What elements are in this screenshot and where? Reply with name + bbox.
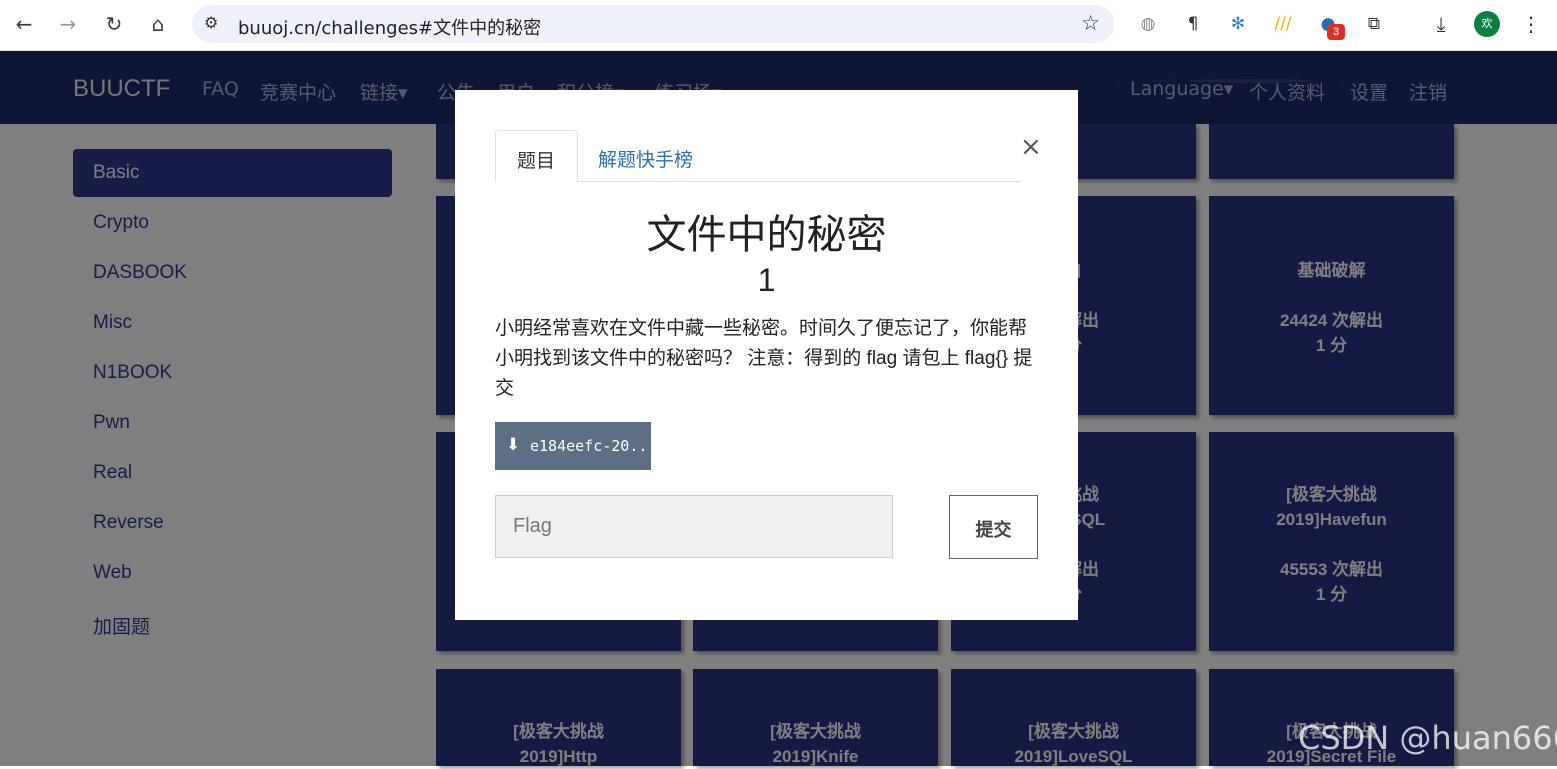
site-info-icon[interactable]: ⚙ [204, 13, 218, 32]
browser-toolbar: ← → ↻ ⌂ ⚙ buuoj.cn/challenges#文件中的秘密 ☆ ◍… [0, 0, 1557, 51]
address-bar[interactable]: ⚙ buuoj.cn/challenges#文件中的秘密 ☆ [192, 5, 1114, 43]
download-icon[interactable]: ⤓ [1429, 12, 1453, 36]
challenge-points: 1 [757, 262, 776, 298]
reload-icon[interactable]: ↻ [100, 10, 128, 38]
challenge-description: 小明经常喜欢在文件中藏一些秘密。时间久了便忘记了，你能帮小明找到该文件中的秘密吗… [495, 318, 1033, 399]
menu-kebab-icon[interactable]: ⋮ [1519, 12, 1543, 36]
bookmark-star-icon[interactable]: ☆ [1081, 11, 1100, 35]
url-text[interactable]: buuoj.cn/challenges#文件中的秘密 [238, 14, 541, 40]
download-file-button[interactable]: ⬇ e184eefc-20... [495, 422, 656, 470]
globe-extension-icon[interactable]: ◍ [1136, 12, 1160, 36]
submit-button[interactable]: 提交 [949, 495, 1038, 559]
extensions-puzzle-icon[interactable]: ⧉ [1362, 12, 1386, 36]
flag-input[interactable] [495, 495, 893, 558]
close-icon[interactable]: × [1020, 132, 1042, 162]
stripes-extension-icon[interactable]: /// [1271, 12, 1295, 36]
back-icon[interactable]: ← [10, 10, 38, 38]
home-icon[interactable]: ⌂ [144, 10, 172, 38]
profile-avatar[interactable]: 欢 [1474, 11, 1500, 37]
challenge-title: 文件中的秘密 [646, 213, 887, 257]
tab-solves[interactable]: 解题快手榜 [598, 145, 693, 172]
network-extension-icon[interactable]: ✻ [1226, 12, 1250, 36]
challenge-modal: 题目 解题快手榜 × 文件中的秘密 1 小明经常喜欢在文件中藏一些秘密。时间久了… [455, 90, 1078, 620]
csdn-watermark: CSDN @huan666* [1298, 719, 1557, 757]
forward-icon[interactable]: → [54, 10, 82, 38]
paragraph-extension-icon[interactable]: ¶ [1181, 12, 1205, 36]
download-icon: ⬇ [506, 435, 521, 455]
tab-challenge[interactable]: 题目 [495, 130, 578, 182]
tab-divider [576, 181, 1021, 182]
download-file-label: e184eefc-20... [530, 437, 657, 455]
extension-badge: 3 [1327, 24, 1345, 40]
